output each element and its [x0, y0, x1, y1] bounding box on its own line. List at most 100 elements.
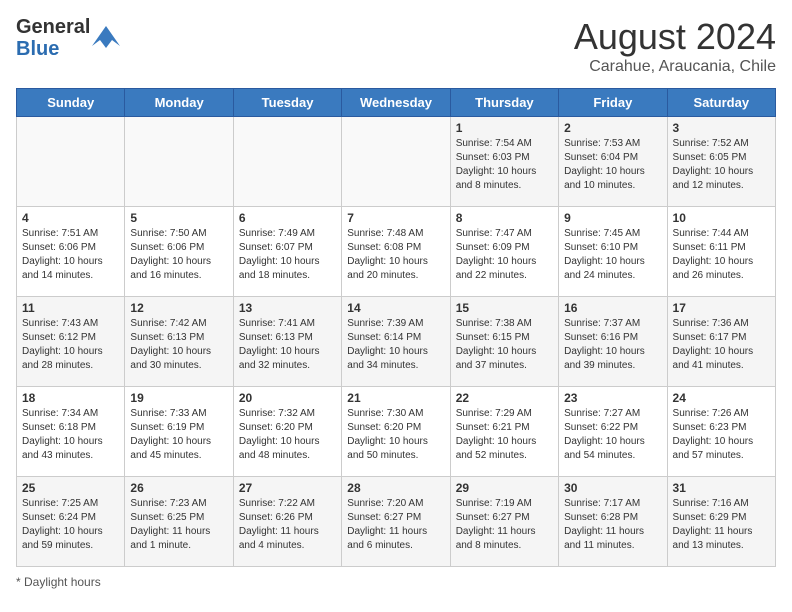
calendar-cell: 23 Sunrise: 7:27 AM Sunset: 6:22 PM Dayli…: [559, 387, 667, 477]
day-number: 7: [347, 211, 444, 225]
title-block: August 2024 Carahue, Araucania, Chile: [574, 16, 776, 76]
day-number: 29: [456, 481, 553, 495]
day-info: Sunrise: 7:32 AM Sunset: 6:20 PM Dayligh…: [239, 407, 336, 463]
calendar-cell: 29 Sunrise: 7:19 AM Sunset: 6:27 PM Dayli…: [450, 477, 558, 567]
day-number: 18: [22, 391, 119, 405]
day-header-saturday: Saturday: [667, 89, 775, 117]
day-info: Sunrise: 7:36 AM Sunset: 6:17 PM Dayligh…: [673, 317, 770, 373]
day-number: 10: [673, 211, 770, 225]
calendar-cell: [342, 117, 450, 207]
day-info: Sunrise: 7:23 AM Sunset: 6:25 PM Dayligh…: [130, 497, 227, 553]
day-info: Sunrise: 7:52 AM Sunset: 6:05 PM Dayligh…: [673, 137, 770, 193]
day-number: 4: [22, 211, 119, 225]
calendar-cell: 18 Sunrise: 7:34 AM Sunset: 6:18 PM Dayli…: [17, 387, 125, 477]
calendar-cell: 9Sunrise: 7:45 AM Sunset: 6:10 PM Daylig…: [559, 207, 667, 297]
day-number: 20: [239, 391, 336, 405]
day-header-wednesday: Wednesday: [342, 89, 450, 117]
day-info: Sunrise: 7:44 AM Sunset: 6:11 PM Dayligh…: [673, 227, 770, 283]
day-number: 12: [130, 301, 227, 315]
day-number: 8: [456, 211, 553, 225]
day-header-tuesday: Tuesday: [233, 89, 341, 117]
day-info: Sunrise: 7:17 AM Sunset: 6:28 PM Dayligh…: [564, 497, 661, 553]
day-info: Sunrise: 7:47 AM Sunset: 6:09 PM Dayligh…: [456, 227, 553, 283]
logo: General Blue: [16, 16, 120, 60]
calendar-cell: 27Sunrise: 7:22 AM Sunset: 6:26 PM Dayli…: [233, 477, 341, 567]
day-info: Sunrise: 7:29 AM Sunset: 6:21 PM Dayligh…: [456, 407, 553, 463]
day-info: Sunrise: 7:41 AM Sunset: 6:13 PM Dayligh…: [239, 317, 336, 373]
day-info: Sunrise: 7:16 AM Sunset: 6:29 PM Dayligh…: [673, 497, 770, 553]
calendar-cell: 16 Sunrise: 7:37 AM Sunset: 6:16 PM Dayli…: [559, 297, 667, 387]
calendar-cell: 20 Sunrise: 7:32 AM Sunset: 6:20 PM Dayli…: [233, 387, 341, 477]
calendar-cell: 5Sunrise: 7:50 AM Sunset: 6:06 PM Daylig…: [125, 207, 233, 297]
day-header-friday: Friday: [559, 89, 667, 117]
day-header-sunday: Sunday: [17, 89, 125, 117]
calendar-cell: 4 Sunrise: 7:51 AM Sunset: 6:06 PM Daylig…: [17, 207, 125, 297]
day-info: Sunrise: 7:45 AM Sunset: 6:10 PM Dayligh…: [564, 227, 661, 283]
calendar-cell: 17 Sunrise: 7:36 AM Sunset: 6:17 PM Dayli…: [667, 297, 775, 387]
day-number: 31: [673, 481, 770, 495]
calendar-cell: 6 Sunrise: 7:49 AM Sunset: 6:07 PM Daylig…: [233, 207, 341, 297]
day-number: 25: [22, 481, 119, 495]
day-number: 14: [347, 301, 444, 315]
calendar-cell: 21Sunrise: 7:30 AM Sunset: 6:20 PM Dayli…: [342, 387, 450, 477]
logo-blue: Blue: [16, 38, 90, 60]
day-number: 15: [456, 301, 553, 315]
day-number: 22: [456, 391, 553, 405]
day-number: 13: [239, 301, 336, 315]
calendar-cell: 15 Sunrise: 7:38 AM Sunset: 6:15 PM Dayli…: [450, 297, 558, 387]
calendar-week-row: 4 Sunrise: 7:51 AM Sunset: 6:06 PM Daylig…: [17, 207, 776, 297]
day-info: Sunrise: 7:37 AM Sunset: 6:16 PM Dayligh…: [564, 317, 661, 373]
day-info: Sunrise: 7:49 AM Sunset: 6:07 PM Dayligh…: [239, 227, 336, 283]
day-number: 6: [239, 211, 336, 225]
calendar-week-row: 11Sunrise: 7:43 AM Sunset: 6:12 PM Dayli…: [17, 297, 776, 387]
calendar-cell: 12 Sunrise: 7:42 AM Sunset: 6:13 PM Dayli…: [125, 297, 233, 387]
day-header-thursday: Thursday: [450, 89, 558, 117]
calendar-cell: 25Sunrise: 7:25 AM Sunset: 6:24 PM Dayli…: [17, 477, 125, 567]
day-info: Sunrise: 7:38 AM Sunset: 6:15 PM Dayligh…: [456, 317, 553, 373]
calendar-cell: 19 Sunrise: 7:33 AM Sunset: 6:19 PM Dayli…: [125, 387, 233, 477]
calendar-table: SundayMondayTuesdayWednesdayThursdayFrid…: [16, 88, 776, 567]
calendar-cell: 2Sunrise: 7:53 AM Sunset: 6:04 PM Daylig…: [559, 117, 667, 207]
calendar-week-row: 18 Sunrise: 7:34 AM Sunset: 6:18 PM Dayli…: [17, 387, 776, 477]
day-number: 27: [239, 481, 336, 495]
day-number: 28: [347, 481, 444, 495]
day-info: Sunrise: 7:20 AM Sunset: 6:27 PM Dayligh…: [347, 497, 444, 553]
day-number: 30: [564, 481, 661, 495]
calendar-cell: 3Sunrise: 7:52 AM Sunset: 6:05 PM Daylig…: [667, 117, 775, 207]
day-info: Sunrise: 7:27 AM Sunset: 6:22 PM Dayligh…: [564, 407, 661, 463]
calendar-week-row: 25Sunrise: 7:25 AM Sunset: 6:24 PM Dayli…: [17, 477, 776, 567]
day-number: 16: [564, 301, 661, 315]
calendar-cell: 1Sunrise: 7:54 AM Sunset: 6:03 PM Daylig…: [450, 117, 558, 207]
calendar-cell: 8 Sunrise: 7:47 AM Sunset: 6:09 PM Daylig…: [450, 207, 558, 297]
day-number: 1: [456, 121, 553, 135]
day-info: Sunrise: 7:33 AM Sunset: 6:19 PM Dayligh…: [130, 407, 227, 463]
calendar-week-row: 1Sunrise: 7:54 AM Sunset: 6:03 PM Daylig…: [17, 117, 776, 207]
subtitle: Carahue, Araucania, Chile: [574, 58, 776, 76]
calendar-cell: 28 Sunrise: 7:20 AM Sunset: 6:27 PM Dayli…: [342, 477, 450, 567]
calendar-header-row: SundayMondayTuesdayWednesdayThursdayFrid…: [17, 89, 776, 117]
day-info: Sunrise: 7:34 AM Sunset: 6:18 PM Dayligh…: [22, 407, 119, 463]
main-title: August 2024: [574, 16, 776, 58]
logo-icon: [92, 26, 120, 50]
day-info: Sunrise: 7:43 AM Sunset: 6:12 PM Dayligh…: [22, 317, 119, 373]
day-info: Sunrise: 7:42 AM Sunset: 6:13 PM Dayligh…: [130, 317, 227, 373]
calendar-cell: 7Sunrise: 7:48 AM Sunset: 6:08 PM Daylig…: [342, 207, 450, 297]
day-info: Sunrise: 7:19 AM Sunset: 6:27 PM Dayligh…: [456, 497, 553, 553]
calendar-cell: 30 Sunrise: 7:17 AM Sunset: 6:28 PM Dayli…: [559, 477, 667, 567]
day-number: 19: [130, 391, 227, 405]
calendar-cell: [125, 117, 233, 207]
day-info: Sunrise: 7:51 AM Sunset: 6:06 PM Dayligh…: [22, 227, 119, 283]
day-number: 24: [673, 391, 770, 405]
day-info: Sunrise: 7:39 AM Sunset: 6:14 PM Dayligh…: [347, 317, 444, 373]
footer-note: * Daylight hours: [16, 575, 776, 589]
calendar-cell: [233, 117, 341, 207]
calendar-cell: 13 Sunrise: 7:41 AM Sunset: 6:13 PM Dayli…: [233, 297, 341, 387]
day-number: 26: [130, 481, 227, 495]
calendar-cell: 31 Sunrise: 7:16 AM Sunset: 6:29 PM Dayli…: [667, 477, 775, 567]
day-number: 23: [564, 391, 661, 405]
day-number: 5: [130, 211, 227, 225]
calendar-cell: 24 Sunrise: 7:26 AM Sunset: 6:23 PM Dayli…: [667, 387, 775, 477]
day-number: 2: [564, 121, 661, 135]
day-number: 17: [673, 301, 770, 315]
day-info: Sunrise: 7:26 AM Sunset: 6:23 PM Dayligh…: [673, 407, 770, 463]
